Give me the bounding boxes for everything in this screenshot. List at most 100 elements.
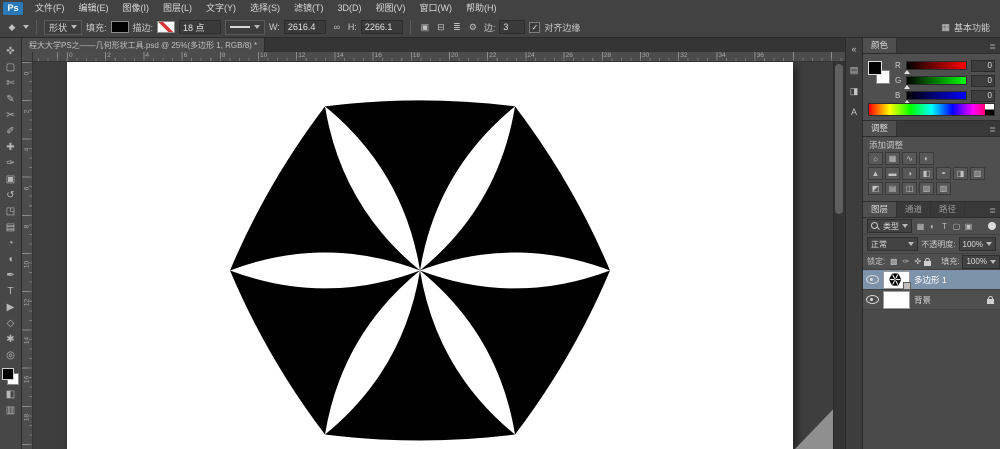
polygon-sides-input[interactable]: 3: [499, 20, 525, 34]
channel-slider[interactable]: [906, 91, 967, 100]
color-panel-swatches[interactable]: [868, 61, 892, 87]
crop-tool[interactable]: ✂: [3, 109, 19, 122]
zoom-tool[interactable]: ◎: [3, 349, 19, 362]
layer-thumbnail[interactable]: [883, 291, 910, 309]
blend-mode-select[interactable]: 正常: [867, 237, 918, 251]
channel-value[interactable]: 0: [971, 60, 995, 72]
slider-thumb-icon[interactable]: [904, 70, 910, 74]
hand-tool[interactable]: ✱: [3, 333, 19, 346]
align-edges-checkbox[interactable]: ✓: [529, 22, 540, 33]
menu-item[interactable]: 文件(F): [28, 0, 72, 17]
foreground-color-swatch[interactable]: [2, 368, 14, 380]
marquee-tool[interactable]: ▢: [3, 61, 19, 74]
layer-name[interactable]: 背景: [914, 294, 931, 306]
vertical-ruler[interactable]: 02468101214161820: [22, 62, 33, 449]
history-panel-icon[interactable]: ▤: [848, 64, 861, 76]
clone-stamp-tool[interactable]: ▣: [3, 173, 19, 186]
tab-adjustments[interactable]: 调整: [863, 121, 897, 136]
lock-all-icon[interactable]: [924, 261, 931, 266]
tab-channels[interactable]: 通道: [897, 202, 931, 217]
character-panel-icon[interactable]: A: [848, 106, 861, 118]
adj-photo-filter-icon[interactable]: ◓: [936, 167, 951, 180]
fill-select[interactable]: 100%: [962, 255, 999, 269]
color-spectrum-ramp[interactable]: [868, 103, 995, 116]
adj-posterize-icon[interactable]: ▤: [885, 182, 900, 195]
history-brush-tool[interactable]: ↺: [3, 189, 19, 202]
vertical-scrollbar-thumb[interactable]: [835, 64, 843, 214]
menu-item[interactable]: 滤镜(T): [287, 0, 331, 17]
adj-brightness-contrast-icon[interactable]: ☼: [868, 152, 883, 165]
pasteboard[interactable]: [33, 62, 845, 449]
document-tab[interactable]: 程大大学PS之——几何形状工具.psd @ 25%(多边形 1, RGB/8) …: [22, 38, 265, 52]
adj-levels-icon[interactable]: ▦: [885, 152, 900, 165]
brush-tool[interactable]: ✑: [3, 157, 19, 170]
path-operations-icon[interactable]: ▣: [418, 21, 432, 34]
filter-shape-layers-icon[interactable]: ▢: [951, 221, 962, 232]
tool-mode-select[interactable]: 形状: [44, 20, 82, 35]
eyedropper-tool[interactable]: ✐: [3, 125, 19, 138]
layer-row[interactable]: 背景: [863, 290, 1000, 310]
healing-brush-tool[interactable]: ✚: [3, 141, 19, 154]
layer-filter-type-select[interactable]: 类型: [867, 219, 912, 233]
quick-mask-icon[interactable]: ◧: [3, 388, 19, 401]
menu-item[interactable]: 图层(L): [156, 0, 199, 17]
layer-row[interactable]: 多边形 1: [863, 270, 1000, 290]
blur-tool[interactable]: ◔: [3, 237, 19, 250]
dodge-tool[interactable]: ◖: [3, 253, 19, 266]
menu-item[interactable]: 编辑(E): [72, 0, 116, 17]
panel-menu-icon[interactable]: ≣: [989, 123, 1000, 136]
tab-paths[interactable]: 路径: [931, 202, 965, 217]
collapse-panels-icon[interactable]: «: [848, 43, 861, 55]
filter-smart-objects-icon[interactable]: ▣: [963, 221, 974, 232]
layer-name[interactable]: 多边形 1: [914, 274, 947, 286]
adj-color-balance-icon[interactable]: ◑: [902, 167, 917, 180]
shape-height-input[interactable]: 2266.1: [361, 20, 403, 34]
path-selection-tool[interactable]: ▶: [3, 301, 19, 314]
properties-panel-icon[interactable]: ◨: [848, 85, 861, 97]
path-alignment-icon[interactable]: ⊟: [434, 21, 448, 34]
panel-menu-icon[interactable]: ≣: [989, 204, 1000, 217]
eraser-tool[interactable]: ◳: [3, 205, 19, 218]
filter-type-layers-icon[interactable]: T: [939, 221, 950, 232]
move-tool[interactable]: ✜: [3, 45, 19, 58]
lasso-tool[interactable]: ✄: [3, 77, 19, 90]
polygon-shape-graphic[interactable]: [67, 62, 793, 449]
path-arrange-icon[interactable]: ≣: [450, 21, 464, 34]
layer-thumbnail[interactable]: [883, 271, 910, 289]
workspace-switcher[interactable]: ▦ 基本功能: [941, 21, 990, 34]
quick-selection-tool[interactable]: ✎: [3, 93, 19, 106]
menu-item[interactable]: 帮助(H): [459, 0, 504, 17]
foreground-color-swatch[interactable]: [868, 61, 882, 75]
polygon-settings-icon[interactable]: ⚙: [466, 21, 480, 34]
adj-color-lookup-icon[interactable]: ▥: [970, 167, 985, 180]
layer-filter-toggle[interactable]: [988, 222, 996, 230]
opacity-select[interactable]: 100%: [959, 237, 996, 251]
lock-position-icon[interactable]: ✜: [912, 256, 923, 267]
menu-item[interactable]: 选择(S): [243, 0, 287, 17]
foreground-background-swatches[interactable]: [2, 368, 19, 385]
screen-mode-icon[interactable]: ▥: [3, 404, 19, 417]
canvas[interactable]: [67, 62, 793, 449]
channel-value[interactable]: 0: [971, 75, 995, 87]
adj-invert-icon[interactable]: ◩: [868, 182, 883, 195]
link-dimensions-icon[interactable]: ∞: [330, 21, 344, 34]
shape-width-input[interactable]: 2616.4: [284, 20, 326, 34]
type-tool[interactable]: T: [3, 285, 19, 298]
adj-curves-icon[interactable]: ∿: [902, 152, 917, 165]
channel-value[interactable]: 0: [971, 90, 995, 102]
tab-layers[interactable]: 图层: [863, 202, 897, 217]
adj-selective-color-icon[interactable]: ▨: [936, 182, 951, 195]
layer-visibility-eye-icon[interactable]: [866, 295, 879, 304]
menu-item[interactable]: 视图(V): [369, 0, 413, 17]
slider-thumb-icon[interactable]: [904, 85, 910, 89]
adj-exposure-icon[interactable]: ◐: [919, 152, 934, 165]
menu-item[interactable]: 图像(I): [116, 0, 157, 17]
adj-channel-mixer-icon[interactable]: ◨: [953, 167, 968, 180]
vertical-scrollbar[interactable]: [833, 62, 845, 449]
adj-hue-saturation-icon[interactable]: ▬: [885, 167, 900, 180]
lock-image-icon[interactable]: ✑: [900, 256, 911, 267]
stroke-width-input[interactable]: 18 点: [179, 20, 221, 34]
pen-tool[interactable]: ✒: [3, 269, 19, 282]
lock-transparency-icon[interactable]: ▩: [888, 256, 899, 267]
polygon-tool-preset-icon[interactable]: ◆: [5, 21, 19, 34]
